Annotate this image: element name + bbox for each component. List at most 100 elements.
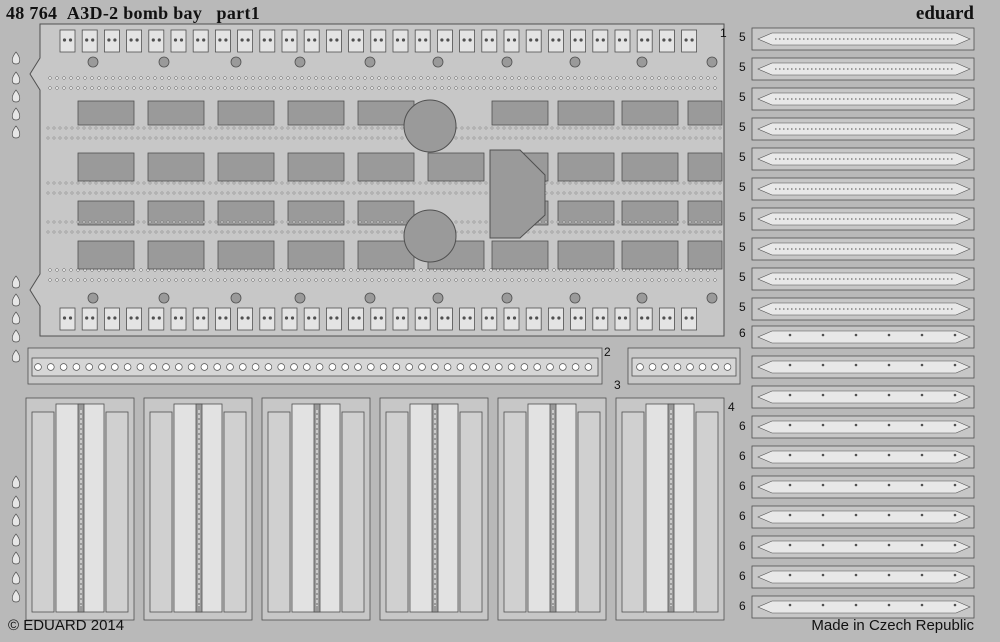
rivet [671, 86, 675, 90]
rivet [388, 230, 392, 234]
rivet [112, 126, 116, 130]
rivet [650, 278, 654, 282]
rivet [190, 181, 194, 185]
rivet [646, 181, 650, 185]
tab-hole [462, 316, 466, 320]
rail-hole [854, 333, 858, 337]
tab-hole [68, 316, 73, 320]
rivet [178, 220, 182, 224]
mounting-tab [503, 307, 520, 331]
rivet [328, 76, 332, 80]
rivet [676, 191, 680, 195]
rivet [388, 220, 392, 224]
rivet [70, 136, 74, 140]
rivet [118, 136, 122, 140]
rivet [268, 220, 272, 224]
rivet [568, 136, 572, 140]
rivet [568, 181, 572, 185]
rivet [118, 181, 122, 185]
rivet [293, 278, 297, 282]
sheet-part: part1 [216, 3, 261, 23]
rivet [136, 191, 140, 195]
rail-profile [757, 540, 971, 554]
mounting-tab [414, 29, 431, 53]
mounting-tab [481, 29, 498, 53]
tab-hole [401, 316, 406, 320]
tab-hole [640, 316, 644, 320]
rivet [398, 278, 402, 282]
strip-hole [686, 363, 694, 371]
rivet [562, 230, 566, 234]
rivet [640, 220, 644, 224]
rivet [208, 136, 212, 140]
rivet [636, 278, 640, 282]
rivet [160, 126, 164, 130]
strip-hole [379, 363, 388, 371]
rivet [550, 181, 554, 185]
tab-hole [85, 38, 89, 42]
strip-hole [341, 363, 349, 371]
rivet [112, 136, 116, 140]
rivet [146, 76, 150, 80]
rivet [334, 191, 338, 195]
tab-hole [246, 38, 250, 42]
rivet [52, 126, 56, 130]
rivet [82, 136, 86, 140]
mounting-tab [459, 29, 476, 53]
rivet [671, 278, 675, 282]
part-number-6: 6 [739, 539, 746, 553]
rivet [646, 230, 650, 234]
rivet [321, 86, 325, 90]
rivet [670, 181, 674, 185]
rivet [46, 191, 50, 195]
rivet [598, 136, 602, 140]
rivet [364, 126, 368, 130]
rivet [250, 191, 254, 195]
rivet [531, 76, 535, 80]
rivet [256, 191, 260, 195]
rivet [598, 220, 602, 224]
tab-hole [468, 316, 472, 320]
rivet [559, 76, 563, 80]
rivet [419, 278, 423, 282]
tab-hole [151, 316, 155, 320]
rivet [586, 126, 590, 130]
rivet [594, 278, 598, 282]
rivet [658, 191, 662, 195]
rivet [106, 220, 110, 224]
rivet [676, 136, 680, 140]
rivet [279, 76, 283, 80]
tab-hole [329, 316, 333, 320]
rivet [447, 76, 451, 80]
spare-drop [11, 551, 21, 565]
fastener-hole [158, 56, 170, 68]
strip-hole [111, 363, 119, 371]
rivet [573, 76, 577, 80]
rivet [280, 191, 284, 195]
bomb-mount [403, 99, 457, 153]
rivet [46, 136, 50, 140]
rivet [482, 86, 486, 90]
rivet [124, 230, 128, 234]
rail-hole [887, 363, 891, 367]
rivet [531, 278, 535, 282]
rivet [244, 191, 248, 195]
rivet [436, 181, 440, 185]
rivet [604, 126, 608, 130]
rivet [370, 220, 374, 224]
rivet [216, 76, 220, 80]
part-number-5: 5 [739, 180, 746, 194]
rivet [580, 86, 584, 90]
rivet [598, 191, 602, 195]
rivet [250, 136, 254, 140]
rivet [262, 126, 266, 130]
rivet [64, 191, 68, 195]
door-panel [459, 411, 483, 613]
strip-hole [711, 363, 719, 371]
rivet [658, 220, 662, 224]
rivet [472, 136, 476, 140]
rivet [307, 86, 311, 90]
tab-hole [335, 316, 339, 320]
rivet [418, 191, 422, 195]
rivet [496, 86, 500, 90]
